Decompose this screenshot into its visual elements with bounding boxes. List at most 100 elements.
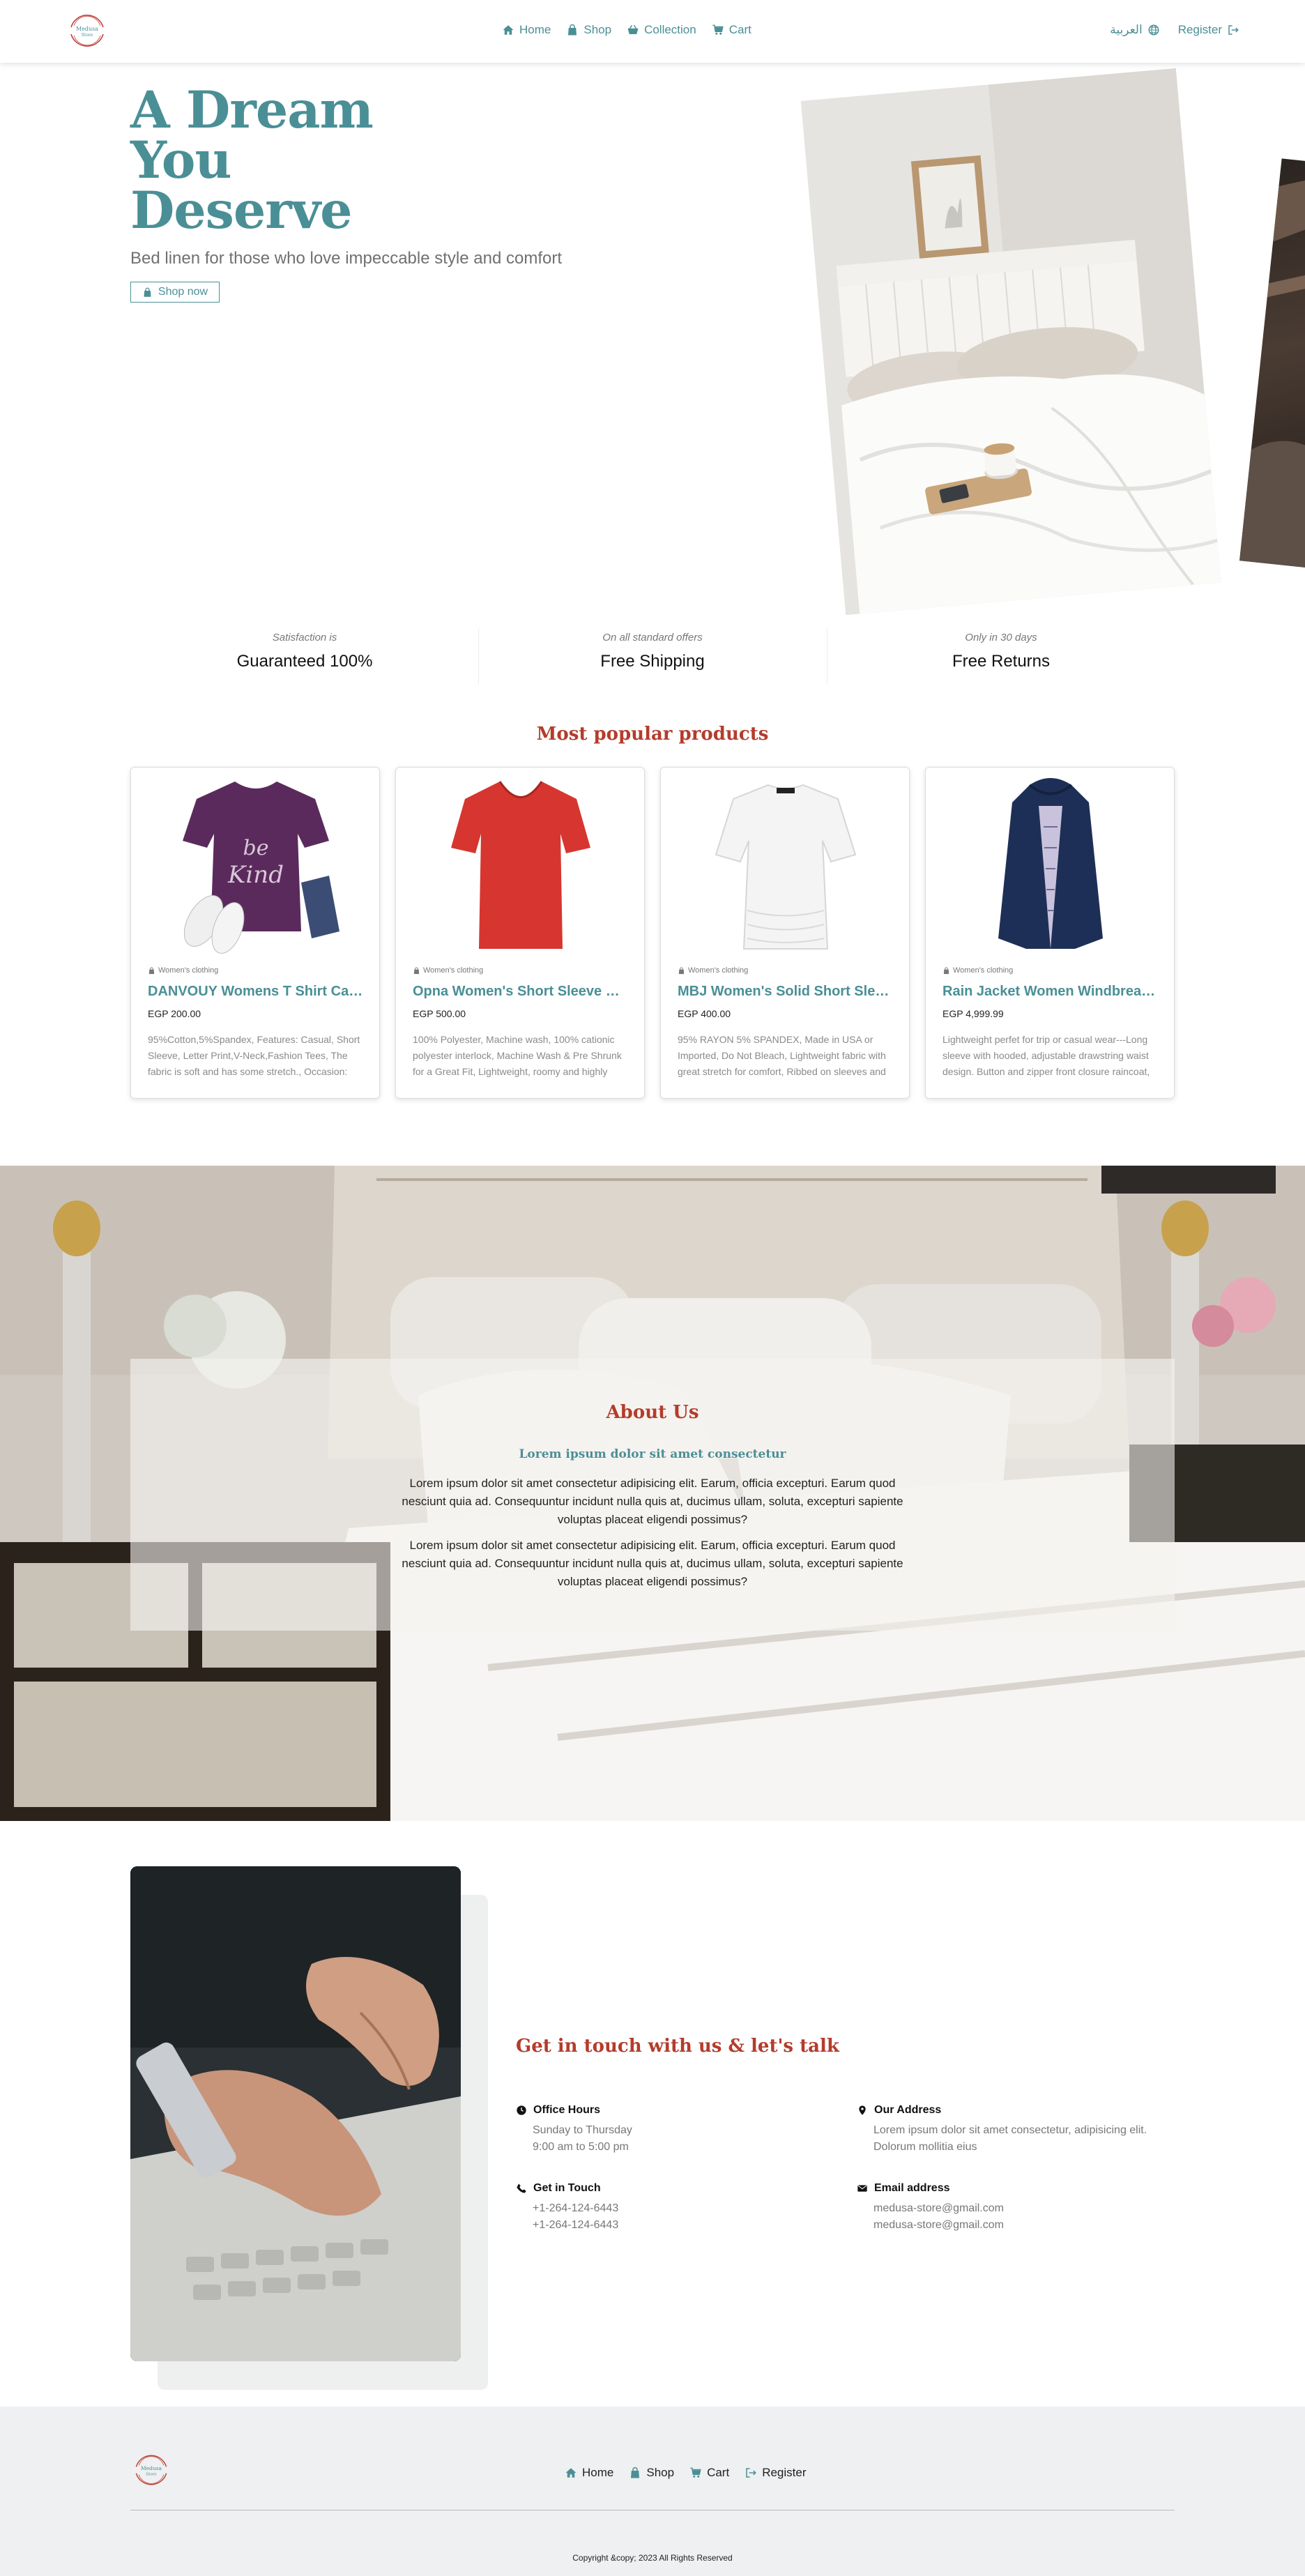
hero-title-line-3: Deserve	[130, 181, 353, 241]
footer-register-label: Register	[762, 2466, 807, 2479]
shopping-bag-icon	[631, 2467, 640, 2478]
shop-now-button[interactable]: Shop now	[130, 282, 220, 303]
shopping-bag-icon	[568, 24, 577, 36]
footer-logo[interactable]: Medusa Store	[130, 2448, 173, 2492]
hero-title-line-1: A Dream	[130, 80, 374, 140]
clock-icon	[517, 2105, 526, 2115]
header-right: العربية Register	[1110, 23, 1239, 37]
phone-label: Get in Touch	[533, 2182, 601, 2194]
register-link[interactable]: Register	[1178, 23, 1239, 37]
product-description: 95% RAYON 5% SPANDEX, Made in USA or Imp…	[678, 1034, 886, 1077]
product-name[interactable]: Opna Women's Short Sleeve Moisture	[413, 984, 630, 1000]
svg-text:be: be	[243, 836, 269, 860]
logo-text-1: Medusa	[76, 26, 98, 32]
email-line-2[interactable]: medusa-store@gmail.com	[873, 2217, 1004, 2234]
site-footer	[0, 2407, 1305, 2576]
cart-icon	[690, 2467, 701, 2478]
nav-cart-label: Cart	[728, 23, 751, 36]
product-card[interactable]: be Kind Women's clothing DANVOUY Womens …	[130, 767, 380, 1099]
hero-title: A Dream You Deserve	[130, 85, 549, 236]
product-name[interactable]: DANVOUY Womens T Shirt Casual Cotton Sho…	[148, 984, 365, 1000]
nav-home-label: Home	[519, 23, 551, 36]
footer-home-link[interactable]: Home	[565, 2466, 613, 2480]
address-line-2: Dolorum mollitia eius	[873, 2141, 977, 2153]
hands-phone-illustration	[130, 1866, 461, 2361]
hero-subtitle: Bed linen for those who love impeccable …	[130, 249, 562, 268]
nav-home-link[interactable]: Home	[502, 23, 551, 37]
product-category-label: Women's clothing	[953, 966, 1014, 975]
shop-now-label: Shop now	[158, 286, 208, 298]
svg-text:Kind: Kind	[227, 861, 284, 889]
product-name[interactable]: MBJ Women's Solid Short Sleeve Boat Neck…	[678, 984, 895, 1000]
contact-phone-photo	[130, 1866, 461, 2361]
about-subtitle: Lorem ipsum dolor sit amet consectetur	[519, 1447, 786, 1461]
product-description: Lightweight perfet for trip or casual we…	[942, 1034, 1150, 1077]
phone-line-2[interactable]: +1-264-124-6443	[533, 2217, 618, 2234]
main-nav: Home Shop Collection Cart	[502, 23, 751, 37]
dark-bedroom-illustration	[1239, 167, 1305, 570]
basket-icon	[627, 24, 639, 34]
popular-products-title: Most popular products	[536, 724, 769, 745]
product-image	[396, 768, 644, 963]
language-switch[interactable]: العربية	[1110, 23, 1159, 37]
home-icon	[565, 2468, 577, 2478]
product-description: 100% Polyester, Machine wash, 100% catio…	[413, 1034, 622, 1077]
feature-shipping: On all standard offers Free Shipping	[478, 632, 827, 671]
phone-icon	[517, 2183, 526, 2193]
footer-shop-link[interactable]: Shop	[629, 2466, 674, 2480]
hero-bedroom-photo	[800, 68, 1221, 616]
product-category: Women's clothing	[413, 966, 483, 975]
feature-returns-small: Only in 30 days	[965, 632, 1037, 643]
product-card[interactable]: Women's clothing Opna Women's Short Slee…	[395, 767, 645, 1099]
feature-guarantee-small: Satisfaction is	[272, 632, 337, 643]
navy-jacket-image	[998, 778, 1103, 949]
product-category: Women's clothing	[678, 966, 748, 975]
nav-collection-label: Collection	[644, 23, 696, 36]
product-price: EGP 500.00	[413, 1008, 466, 1019]
footer-register-link[interactable]: Register	[745, 2466, 807, 2480]
product-card[interactable]: Women's clothing Rain Jacket Women Windb…	[925, 767, 1175, 1099]
cart-icon	[712, 24, 724, 35]
phone-line-1[interactable]: +1-264-124-6443	[533, 2200, 618, 2217]
email-block: Email address medusa-store@gmail.com med…	[857, 2182, 1004, 2234]
office-hours-block: Office Hours Sunday to Thursday 9:00 am …	[516, 2104, 632, 2156]
office-hours-label: Office Hours	[533, 2104, 601, 2116]
sign-in-icon	[746, 2468, 756, 2478]
nav-cart-link[interactable]: Cart	[712, 23, 751, 37]
feature-guarantee-big: Guaranteed 100%	[236, 652, 373, 671]
sign-in-icon	[1228, 25, 1239, 35]
nav-shop-label: Shop	[583, 23, 612, 36]
address-label: Our Address	[874, 2104, 942, 2116]
bedroom-illustration	[800, 68, 1221, 616]
red-tshirt-image	[451, 781, 590, 949]
envelope-icon	[857, 2185, 867, 2192]
nav-shop-link[interactable]: Shop	[566, 23, 611, 37]
office-hours-line-2: 9:00 am to 5:00 pm	[533, 2141, 629, 2153]
feature-guarantee: Satisfaction is Guaranteed 100%	[130, 632, 479, 671]
about-paragraph-2: Lorem ipsum dolor sit amet consectetur a…	[402, 1539, 903, 1588]
footer-nav: Home Shop Cart Register	[565, 2466, 807, 2480]
product-card[interactable]: Women's clothing MBJ Women's Solid Short…	[660, 767, 910, 1099]
logo-emblem-icon: Medusa Store	[135, 2455, 167, 2485]
product-category-label: Women's clothing	[688, 966, 749, 975]
white-top-image	[715, 784, 857, 950]
product-description: 95%Cotton,5%Spandex, Features: Casual, S…	[148, 1034, 360, 1077]
email-line-1[interactable]: medusa-store@gmail.com	[873, 2200, 1004, 2217]
product-category-label: Women's clothing	[423, 966, 484, 975]
about-panel: About Us Lorem ipsum dolor sit amet cons…	[130, 1359, 1175, 1631]
footer-cart-link[interactable]: Cart	[689, 2466, 729, 2480]
product-name[interactable]: Rain Jacket Women Windbreaker Striped Cl…	[942, 984, 1160, 1000]
logo-emblem-icon: Medusa Store	[70, 15, 104, 47]
store-logo[interactable]: Medusa Store	[64, 8, 110, 54]
phone-block: Get in Touch +1-264-124-6443 +1-264-124-…	[516, 2182, 618, 2234]
email-label: Email address	[874, 2182, 950, 2194]
feature-shipping-big: Free Shipping	[600, 652, 705, 671]
purple-tshirt-image: be Kind	[183, 782, 339, 954]
product-category-label: Women's clothing	[158, 966, 219, 975]
about-title: About Us	[606, 1402, 699, 1423]
footer-home-label: Home	[582, 2466, 614, 2479]
register-label: Register	[1177, 23, 1222, 36]
product-category: Women's clothing	[148, 966, 218, 975]
nav-collection-link[interactable]: Collection	[627, 23, 696, 37]
product-price: EGP 200.00	[148, 1008, 201, 1019]
